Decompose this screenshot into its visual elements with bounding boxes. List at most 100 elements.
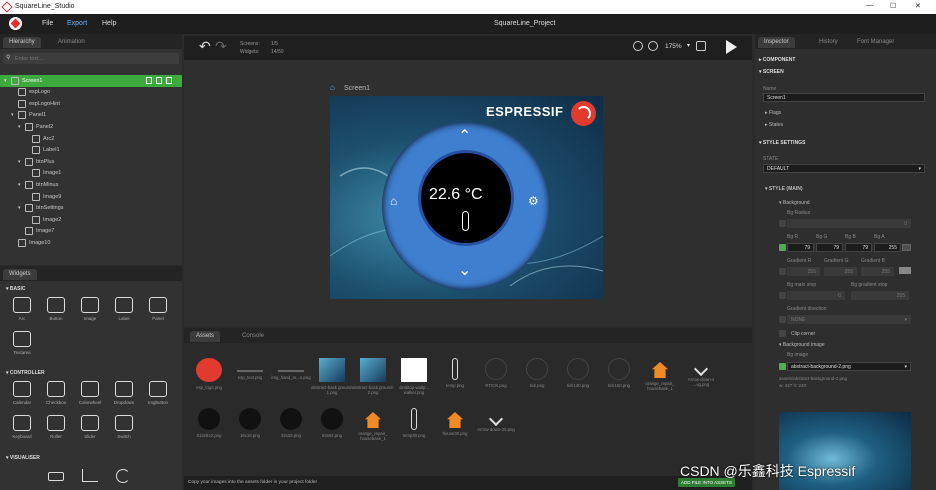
- widget-imgbutton[interactable]: Imgbutton: [145, 381, 171, 405]
- asset-item[interactable]: orange_repair_ housebase_1: [639, 358, 681, 391]
- tree-item[interactable]: Label1: [0, 145, 182, 157]
- widget-switch[interactable]: Switch: [111, 415, 137, 439]
- play-icon[interactable]: [726, 40, 737, 54]
- undo-icon[interactable]: ↶: [199, 38, 211, 55]
- tree-item[interactable]: Image2: [0, 214, 182, 226]
- widget-slider[interactable]: Slider: [77, 415, 103, 439]
- asset-item[interactable]: esp_text.png: [229, 358, 271, 380]
- tree-item[interactable]: ▾ btnPlus: [0, 156, 182, 168]
- gradient-swatch[interactable]: [899, 267, 911, 274]
- tree-item[interactable]: Image1: [0, 168, 182, 180]
- zoom-level[interactable]: 175%: [665, 43, 682, 50]
- widget-arc[interactable]: Arc: [9, 297, 35, 321]
- tree-item[interactable]: Arc2: [0, 133, 182, 145]
- tab-animation[interactable]: Animation: [52, 37, 91, 48]
- tree-item[interactable]: ▾ Panel2: [0, 121, 182, 133]
- asset-item[interactable]: abstract-back ground-2.png: [352, 358, 394, 395]
- style-main-toggle[interactable]: ▾ STYLE (MAIN): [765, 186, 803, 192]
- tab-hierarchy[interactable]: Hierarchy: [3, 37, 41, 48]
- bg-image-checkbox[interactable]: [779, 363, 786, 370]
- color-channel-field[interactable]: 255: [824, 267, 857, 276]
- tree-item[interactable]: espLogo: [0, 87, 182, 99]
- visualiser-bar-icon[interactable]: [48, 472, 64, 481]
- zoom-out-icon[interactable]: [633, 41, 643, 51]
- color-channel-field[interactable]: 79: [845, 243, 872, 252]
- asset-item[interactable]: temp30.png: [393, 408, 435, 438]
- fit-screen-icon[interactable]: [696, 41, 706, 51]
- bg-radius-checkbox[interactable]: [779, 220, 786, 227]
- screen-preview[interactable]: ESPRESSIF 22.6 °C ⌃ ⌄ ⌂ ⚙: [330, 96, 603, 299]
- tree-expand-icon[interactable]: ▾: [18, 205, 21, 211]
- tab-inspector[interactable]: Inspector: [758, 37, 795, 48]
- asset-item[interactable]: desktop-wallp... walker.png: [393, 358, 435, 395]
- asset-item[interactable]: Arrow-down-s ...vg.png: [680, 358, 722, 387]
- bg-image-select[interactable]: abstract-background-2.png ▾: [787, 362, 911, 371]
- widget-checkbox[interactable]: Checkbox: [43, 381, 69, 405]
- zoom-in-icon[interactable]: [648, 41, 658, 51]
- search-input[interactable]: [15, 54, 175, 63]
- widget-colorwheel[interactable]: Colorwheel: [77, 381, 103, 405]
- color-channel-field[interactable]: 255: [874, 243, 901, 252]
- widget-roller[interactable]: Roller: [43, 415, 69, 439]
- asset-item[interactable]: temp.png: [434, 358, 476, 388]
- delete-icon[interactable]: [146, 77, 152, 84]
- tree-item[interactable]: ▾ Screen1: [0, 75, 182, 87]
- asset-item[interactable]: house30.png: [434, 408, 476, 436]
- state-select[interactable]: DEFAULT ▾: [763, 164, 925, 173]
- tab-widgets[interactable]: Widgets: [3, 269, 37, 280]
- stop-checkbox[interactable]: [779, 292, 786, 299]
- color-channel-field[interactable]: 79: [816, 243, 843, 252]
- copy-icon[interactable]: [166, 77, 172, 84]
- menu-export[interactable]: Export: [67, 20, 87, 27]
- color-channel-field[interactable]: 255: [787, 267, 820, 276]
- visualiser-chart-icon[interactable]: [82, 469, 98, 482]
- gradient-checkbox[interactable]: [779, 268, 786, 275]
- background-toggle[interactable]: ▾ Background: [779, 200, 810, 206]
- bg-image-toggle[interactable]: ▾ Background image: [779, 342, 825, 348]
- section-style-settings[interactable]: ▾ STYLE SETTINGS: [759, 140, 805, 146]
- tree-item[interactable]: ▾ Panel1: [0, 110, 182, 122]
- menu-file[interactable]: File: [42, 20, 53, 27]
- bg-grad-stop-field[interactable]: 255: [851, 291, 909, 300]
- widget-dropdown[interactable]: Dropdown: [111, 381, 137, 405]
- asset-item[interactable]: tick140.png: [557, 358, 599, 388]
- zoom-dropdown-icon[interactable]: ▾: [687, 42, 690, 49]
- tab-console[interactable]: Console: [236, 331, 270, 342]
- bg-color-checkbox[interactable]: [779, 244, 786, 251]
- asset-item[interactable]: esp_logo.png: [188, 358, 230, 390]
- color-channel-field[interactable]: 79: [787, 243, 814, 252]
- temp-up-button[interactable]: ⌃: [458, 126, 471, 146]
- asset-item[interactable]: 512x512.png: [188, 408, 230, 438]
- menu-help[interactable]: Help: [102, 20, 116, 27]
- widget-calendar[interactable]: Calendar: [9, 381, 35, 405]
- lock-icon[interactable]: [156, 77, 162, 84]
- tab-history[interactable]: History: [813, 37, 844, 48]
- maximize-button[interactable]: ☐: [890, 2, 896, 10]
- visualiser-spinner-icon[interactable]: [116, 469, 130, 483]
- tree-expand-icon[interactable]: ▾: [18, 182, 21, 188]
- temp-down-button[interactable]: ⌄: [458, 260, 471, 280]
- name-field[interactable]: Screen1: [763, 93, 925, 102]
- widget-panel[interactable]: Panel: [145, 297, 171, 321]
- asset-item[interactable]: 32x32.png: [270, 408, 312, 438]
- asset-item[interactable]: abstract-back ground-1.png: [311, 358, 353, 395]
- tree-item[interactable]: Image7: [0, 226, 182, 238]
- asset-item[interactable]: 16x16.png: [229, 408, 271, 438]
- tree-expand-icon[interactable]: ▾: [18, 124, 21, 130]
- tab-assets[interactable]: Assets: [190, 331, 221, 342]
- close-button[interactable]: ✕: [915, 2, 921, 10]
- tree-expand-icon[interactable]: ▾: [18, 159, 21, 165]
- asset-item[interactable]: orange_repair_ housebase_1: [352, 408, 394, 441]
- tree-item[interactable]: Image10: [0, 237, 182, 249]
- asset-item[interactable]: RTICK.png: [475, 358, 517, 388]
- widget-button[interactable]: Button: [43, 297, 69, 321]
- tree-expand-icon[interactable]: ▾: [4, 78, 7, 84]
- asset-item[interactable]: 64x64.png: [311, 408, 353, 438]
- tree-expand-icon[interactable]: ▾: [11, 112, 14, 118]
- widget-textarea[interactable]: Textarea: [9, 331, 35, 355]
- tree-item[interactable]: ▾ btnSettings: [0, 203, 182, 215]
- grad-dir-checkbox[interactable]: [779, 316, 786, 323]
- clip-corner-checkbox[interactable]: [779, 330, 786, 337]
- tree-item[interactable]: ▾ btnMinus: [0, 179, 182, 191]
- widget-image[interactable]: Image: [77, 297, 103, 321]
